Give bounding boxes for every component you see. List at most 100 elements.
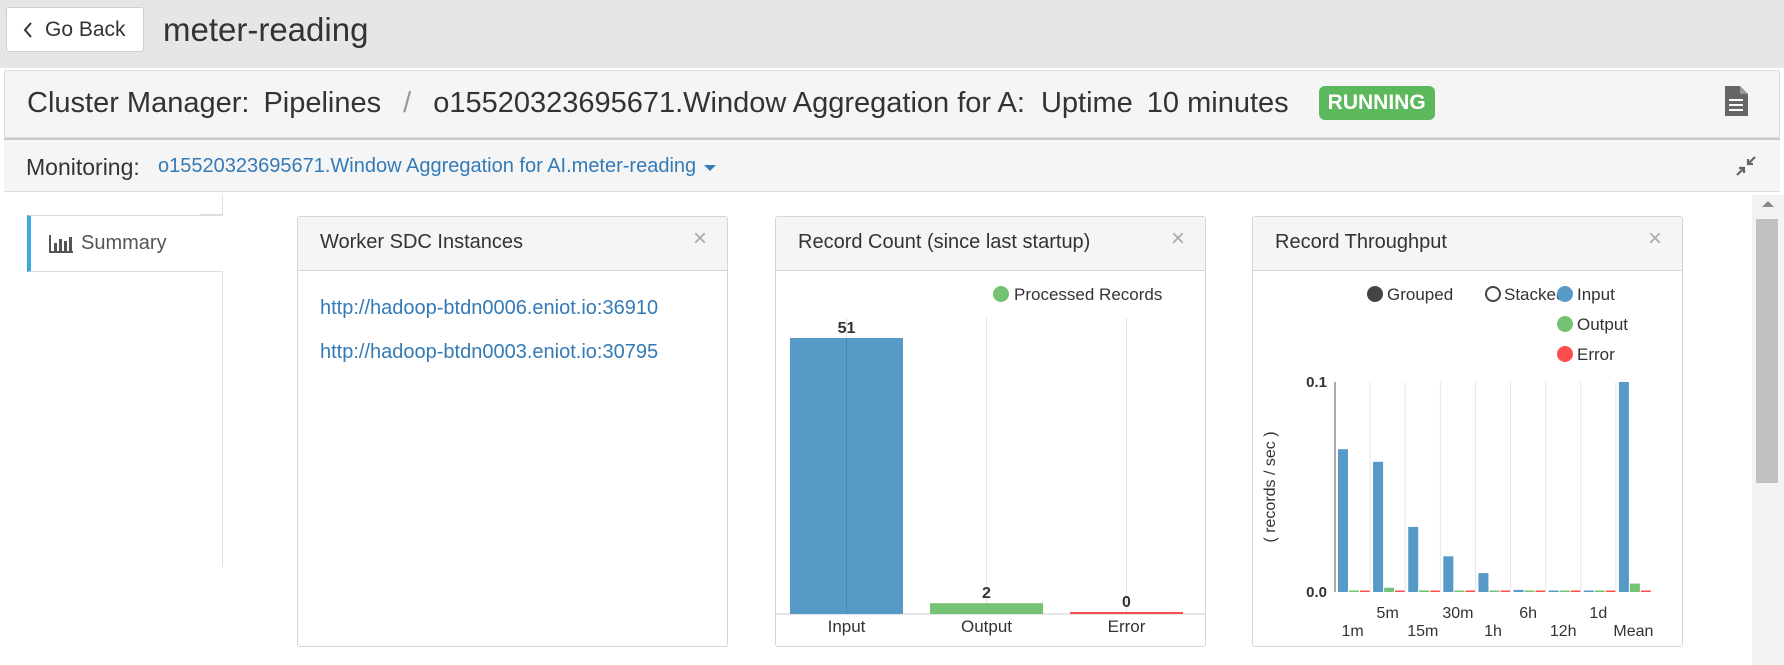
- bar-chart-icon: [49, 234, 73, 253]
- legend-label: Input: [1577, 285, 1615, 304]
- bar: [1500, 590, 1511, 592]
- nav-top-line: [200, 195, 223, 215]
- legend-swatch: [993, 286, 1009, 302]
- bar: [1384, 587, 1395, 592]
- bar: [1605, 590, 1616, 592]
- tick-label: 1d: [1589, 605, 1607, 622]
- tick-label: Mean: [1613, 623, 1653, 640]
- tick-label: 12h: [1550, 623, 1577, 640]
- bar: [1629, 583, 1640, 592]
- top-bar: Go Back meter-reading: [0, 0, 1784, 68]
- data-label: 2: [982, 585, 991, 602]
- legend-label: Processed Records: [1014, 285, 1162, 304]
- scroll-up-arrow-icon[interactable]: [1762, 201, 1774, 207]
- bar: [1570, 590, 1581, 592]
- scrollbar[interactable]: [1752, 195, 1784, 665]
- bar: [1373, 461, 1384, 592]
- worker-sdc-panel: Worker SDC Instances × http://hadoop-btd…: [297, 216, 728, 647]
- panel-header: Record Throughput ×: [1253, 217, 1682, 271]
- monitoring-selector[interactable]: o15520323695671.Window Aggregation for A…: [158, 155, 717, 178]
- y-tick-label: 0.1: [1306, 374, 1327, 391]
- record-throughput-chart: Grouped Stacked Input Output Error ( records …: [1262, 285, 1653, 640]
- bar: [1454, 590, 1465, 592]
- bar: [1489, 590, 1500, 592]
- close-icon[interactable]: ×: [1171, 225, 1185, 253]
- bar: [1618, 382, 1629, 592]
- record-count-panel: Record Count (since last startup) × Proc…: [775, 216, 1206, 647]
- bar: [1408, 526, 1419, 592]
- breadcrumb-cluster-manager[interactable]: Cluster Manager:: [27, 87, 249, 120]
- collapse-icon[interactable]: [1736, 156, 1756, 181]
- monitoring-bar: Monitoring: o15520323695671.Window Aggre…: [4, 140, 1780, 192]
- go-back-button[interactable]: Go Back: [6, 7, 144, 52]
- panel-title: Record Throughput: [1275, 231, 1447, 253]
- panel-header: Record Count (since last startup) ×: [776, 217, 1205, 271]
- uptime-label: Uptime: [1040, 86, 1133, 119]
- legend-swatch: [1557, 316, 1573, 332]
- grouped-label: Grouped: [1387, 285, 1453, 304]
- worker-link[interactable]: http://hadoop-btdn0003.eniot.io:30795: [320, 341, 658, 364]
- close-icon[interactable]: ×: [1648, 225, 1662, 253]
- legend-label: Output: [1577, 315, 1628, 334]
- y-tick-label: 0.0: [1306, 584, 1327, 601]
- legend-swatch: [1557, 286, 1573, 302]
- caret-down-icon: [704, 165, 717, 171]
- monitoring-selected-value: o15520323695671.Window Aggregation for A…: [158, 155, 697, 177]
- chevron-left-icon: [23, 21, 33, 38]
- left-nav: Summary: [0, 195, 223, 567]
- grouped-radio: [1367, 286, 1383, 302]
- y-axis-label: ( records / sec ): [1262, 431, 1279, 542]
- bar: [1338, 449, 1348, 592]
- bar: [1594, 590, 1605, 592]
- panel-title: Record Count (since last startup): [798, 231, 1091, 253]
- stacked-radio: [1485, 286, 1501, 302]
- tick-label: Error: [1108, 617, 1146, 636]
- panel-header: Worker SDC Instances ×: [298, 217, 727, 271]
- go-back-label: Go Back: [45, 17, 126, 41]
- pipeline-name: o15520323695671.Window Aggregation for A…: [433, 86, 1025, 119]
- tick-label: 6h: [1519, 605, 1537, 622]
- monitoring-label: Monitoring:: [26, 154, 140, 180]
- bar: [1583, 590, 1594, 592]
- tick-label: 1m: [1341, 623, 1363, 640]
- tab-summary-label: Summary: [81, 232, 167, 254]
- tick-label: 5m: [1377, 605, 1399, 622]
- scrollbar-thumb[interactable]: [1756, 219, 1778, 483]
- bar: [1070, 612, 1183, 614]
- record-throughput-panel: Record Throughput × Grouped Stacked Input O…: [1252, 216, 1683, 647]
- bar: [1640, 590, 1651, 592]
- breadcrumb-pipelines[interactable]: Pipelines: [263, 87, 381, 120]
- bar: [1524, 590, 1535, 592]
- bar: [1349, 590, 1359, 592]
- tick-label: Output: [961, 617, 1012, 636]
- stacked-label: Stacked: [1504, 285, 1565, 304]
- legend-label: Error: [1577, 345, 1615, 364]
- bar: [1513, 589, 1524, 592]
- tick-label: 1h: [1484, 623, 1502, 640]
- breadcrumb: Cluster Manager: Pipelines / o1552032369…: [27, 86, 1435, 120]
- pipeline-header: Cluster Manager: Pipelines / o1552032369…: [4, 70, 1780, 138]
- breadcrumb-separator: /: [403, 86, 412, 119]
- data-label: 51: [838, 320, 856, 337]
- data-label: 0: [1122, 594, 1131, 611]
- bar: [1395, 590, 1406, 592]
- tick-label: Input: [828, 617, 866, 636]
- tick-label: 30m: [1442, 605, 1473, 622]
- panel-title: Worker SDC Instances: [320, 231, 524, 253]
- bar: [1559, 590, 1570, 592]
- uptime-value: 10 minutes: [1146, 86, 1289, 119]
- bar: [1443, 556, 1454, 592]
- bar: [1430, 590, 1441, 592]
- bar: [930, 603, 1043, 614]
- app-title: meter-reading: [163, 11, 369, 48]
- worker-link[interactable]: http://hadoop-btdn0006.eniot.io:36910: [320, 297, 658, 320]
- bar: [1419, 590, 1430, 592]
- bar: [1535, 590, 1546, 592]
- bar: [1478, 573, 1489, 592]
- close-icon[interactable]: ×: [693, 225, 707, 253]
- bar: [1465, 590, 1476, 592]
- tab-summary[interactable]: Summary: [27, 215, 223, 272]
- bar: [1360, 590, 1370, 592]
- document-icon[interactable]: [1723, 85, 1749, 122]
- tick-label: 15m: [1407, 623, 1438, 640]
